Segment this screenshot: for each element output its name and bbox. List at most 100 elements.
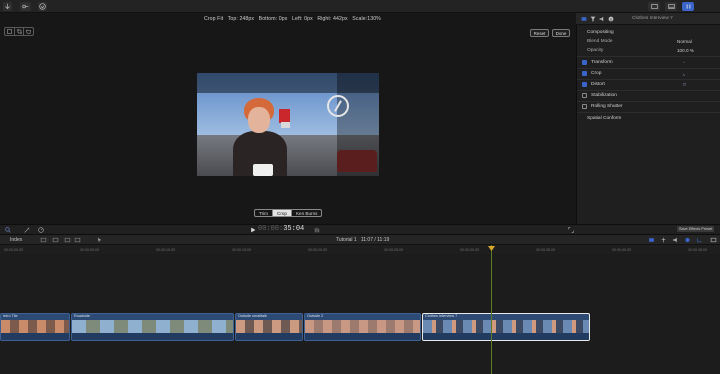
opacity-label: Opacity <box>587 48 604 53</box>
spatial-conform-label: Spatial Conform <box>587 116 622 121</box>
ruler-tick-label: 00:00:20:00 <box>308 248 327 252</box>
timecode-prefix: 00:00: <box>258 225 284 233</box>
clip-audio-waveform <box>72 333 233 340</box>
opacity-value[interactable]: 100.0 % <box>677 48 694 53</box>
clip-audio-waveform <box>305 333 420 340</box>
crop-rotation-handle[interactable] <box>327 95 349 117</box>
crop-top-value: Top: 248px <box>227 16 255 22</box>
connect-clip-icon[interactable] <box>52 237 59 243</box>
timecode-display[interactable]: 00:00: 35:04 <box>258 224 304 234</box>
distort-row[interactable]: Distort □ <box>577 79 720 90</box>
timeline-clip[interactable]: Roadside <box>71 313 234 341</box>
play-icon[interactable] <box>250 227 256 233</box>
transform-row[interactable]: Transform ◦ <box>577 57 720 68</box>
timeline-clip[interactable]: Outside 2 <box>304 313 421 341</box>
ruler-tick-label: 00:00:05:00 <box>80 248 99 252</box>
info-icon[interactable] <box>608 16 614 22</box>
clip-label: Roadside <box>74 314 91 318</box>
clip-appearance-icon[interactable] <box>40 237 47 243</box>
crop-info-bar: Crop Fit Top: 248px Bottom: 0px Left: 0p… <box>204 16 384 22</box>
video-only-icon[interactable] <box>648 237 655 243</box>
skimming-icon[interactable] <box>660 237 667 243</box>
speedometer-icon[interactable] <box>38 227 44 233</box>
clip-label: Clothes Interview 7 <box>425 314 458 318</box>
crop-mode-tabs: Trim Crop Ken Burns <box>254 209 323 217</box>
key-icon <box>22 4 29 9</box>
distort-tool-button[interactable] <box>24 28 33 35</box>
clip-audio-waveform <box>1 333 69 340</box>
timeline-clip-selected[interactable]: Clothes Interview 7 <box>422 313 590 341</box>
crop-mode-label: Crop Fit <box>204 16 224 22</box>
distort-checkbox[interactable] <box>582 82 587 87</box>
audio-skimming-icon[interactable] <box>672 237 679 243</box>
timecode-value: 35:04 <box>283 225 305 233</box>
ruler-tick-label: 00:00:45:00 <box>688 248 707 252</box>
transform-tool-button[interactable] <box>5 28 15 35</box>
snapping-icon[interactable] <box>696 237 703 243</box>
inspector-clip-title: Clothes Interview 7 <box>632 16 673 21</box>
magnifier-icon[interactable] <box>5 227 11 233</box>
frame-sign <box>279 109 290 123</box>
ruler-tick-label: 00:00:10:00 <box>156 248 175 252</box>
select-tool-icon[interactable] <box>96 237 103 243</box>
solo-icon[interactable] <box>684 237 691 243</box>
save-effects-preset-button[interactable]: Save Effects Preset <box>677 226 715 232</box>
square-icon <box>7 29 12 34</box>
playhead-line[interactable] <box>491 245 492 374</box>
import-button[interactable] <box>3 2 12 11</box>
stabilization-row[interactable]: Stabilization <box>577 90 720 101</box>
video-inspector-icon[interactable] <box>581 16 587 22</box>
stabilization-label: Stabilization <box>591 93 617 98</box>
ruler-tick-label: 00:00:25:00 <box>384 248 403 252</box>
timeline-clip[interactable]: Outside smalltalk <box>235 313 303 341</box>
timeline-toolbar <box>0 224 720 235</box>
project-duration: 11:07 / 11:19 <box>360 237 390 243</box>
distort-label: Distort <box>591 82 605 87</box>
append-clip-icon[interactable] <box>74 237 81 243</box>
fullscreen-icon[interactable] <box>568 227 574 233</box>
crop-tool-button[interactable] <box>15 28 25 35</box>
check-circle-icon <box>39 3 46 10</box>
transform-checkbox[interactable] <box>582 60 587 65</box>
keywords-button[interactable] <box>20 2 31 11</box>
spatial-conform-row[interactable]: Spatial Conform <box>577 113 720 124</box>
timeline-area[interactable] <box>0 245 720 374</box>
crop-right-value: Right: 442px <box>317 16 348 22</box>
timeline-settings-icon[interactable] <box>710 237 717 243</box>
layout-libraries-button[interactable] <box>648 2 660 11</box>
crop-checkbox[interactable] <box>582 71 587 76</box>
audio-inspector-icon[interactable] <box>599 16 605 22</box>
rolling-shutter-label: Rolling Shutter <box>591 104 623 109</box>
insert-clip-icon[interactable] <box>64 237 71 243</box>
transform-toggle-icon[interactable]: ◦ <box>683 60 685 66</box>
clip-thumbnails <box>72 320 233 334</box>
blend-mode-value[interactable]: Normal <box>677 39 692 44</box>
tab-trim[interactable]: Trim <box>255 210 274 216</box>
rolling-shutter-checkbox[interactable] <box>582 104 587 109</box>
crop-row[interactable]: Crop ⌞ <box>577 68 720 79</box>
distort-toggle-icon[interactable]: □ <box>683 82 686 88</box>
reset-button[interactable]: Reset <box>530 29 549 37</box>
frame-cup <box>253 164 273 176</box>
opacity-row[interactable]: Opacity 100.0 % <box>577 45 720 56</box>
magic-wand-icon[interactable] <box>24 227 30 233</box>
index-button[interactable]: Index <box>10 237 22 243</box>
background-tasks-button[interactable] <box>38 2 47 11</box>
blend-mode-label: Blend Mode <box>587 39 613 44</box>
tab-crop[interactable]: Crop <box>273 210 292 216</box>
clip-thumbnails <box>305 320 420 334</box>
crop-icon <box>16 29 22 34</box>
timeline-clip[interactable]: Intro Tile <box>0 313 70 341</box>
transform-label: Transform <box>591 60 613 65</box>
video-frame[interactable] <box>197 73 379 176</box>
rolling-shutter-row[interactable]: Rolling Shutter <box>577 101 720 112</box>
audio-meter-icon[interactable] <box>314 227 320 233</box>
crop-toggle-icon[interactable]: ⌞ <box>683 71 685 77</box>
panel-icon <box>650 4 658 9</box>
layout-inspector-button[interactable] <box>682 2 694 11</box>
tab-ken-burns[interactable]: Ken Burns <box>292 210 321 216</box>
done-button[interactable]: Done <box>552 29 570 37</box>
layout-timeline-button[interactable] <box>665 2 677 11</box>
filter-icon[interactable] <box>590 16 596 22</box>
stabilization-checkbox[interactable] <box>582 93 587 98</box>
